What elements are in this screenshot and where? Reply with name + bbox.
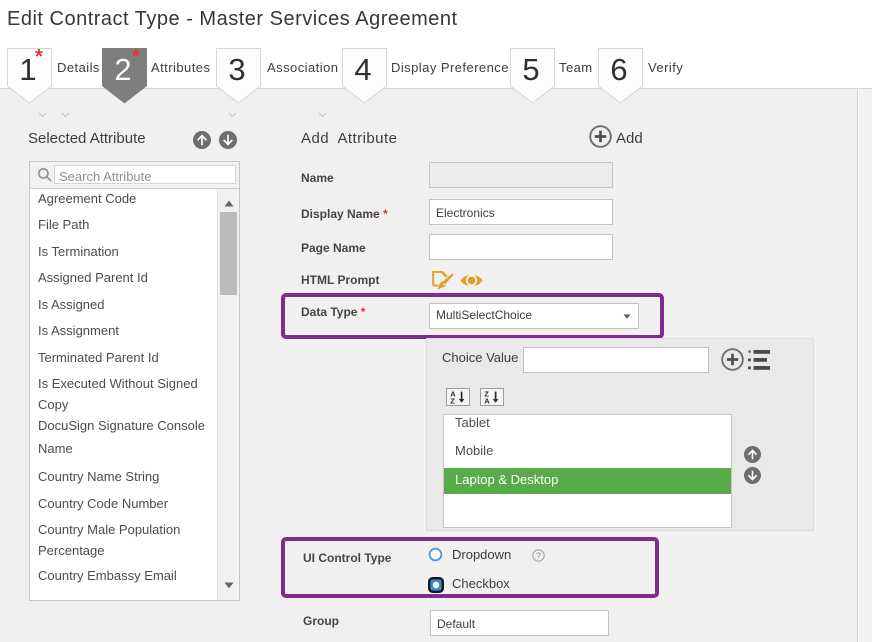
svg-text:A: A xyxy=(484,397,490,405)
svg-text:Z: Z xyxy=(450,397,455,405)
svg-text:?: ? xyxy=(536,551,541,561)
